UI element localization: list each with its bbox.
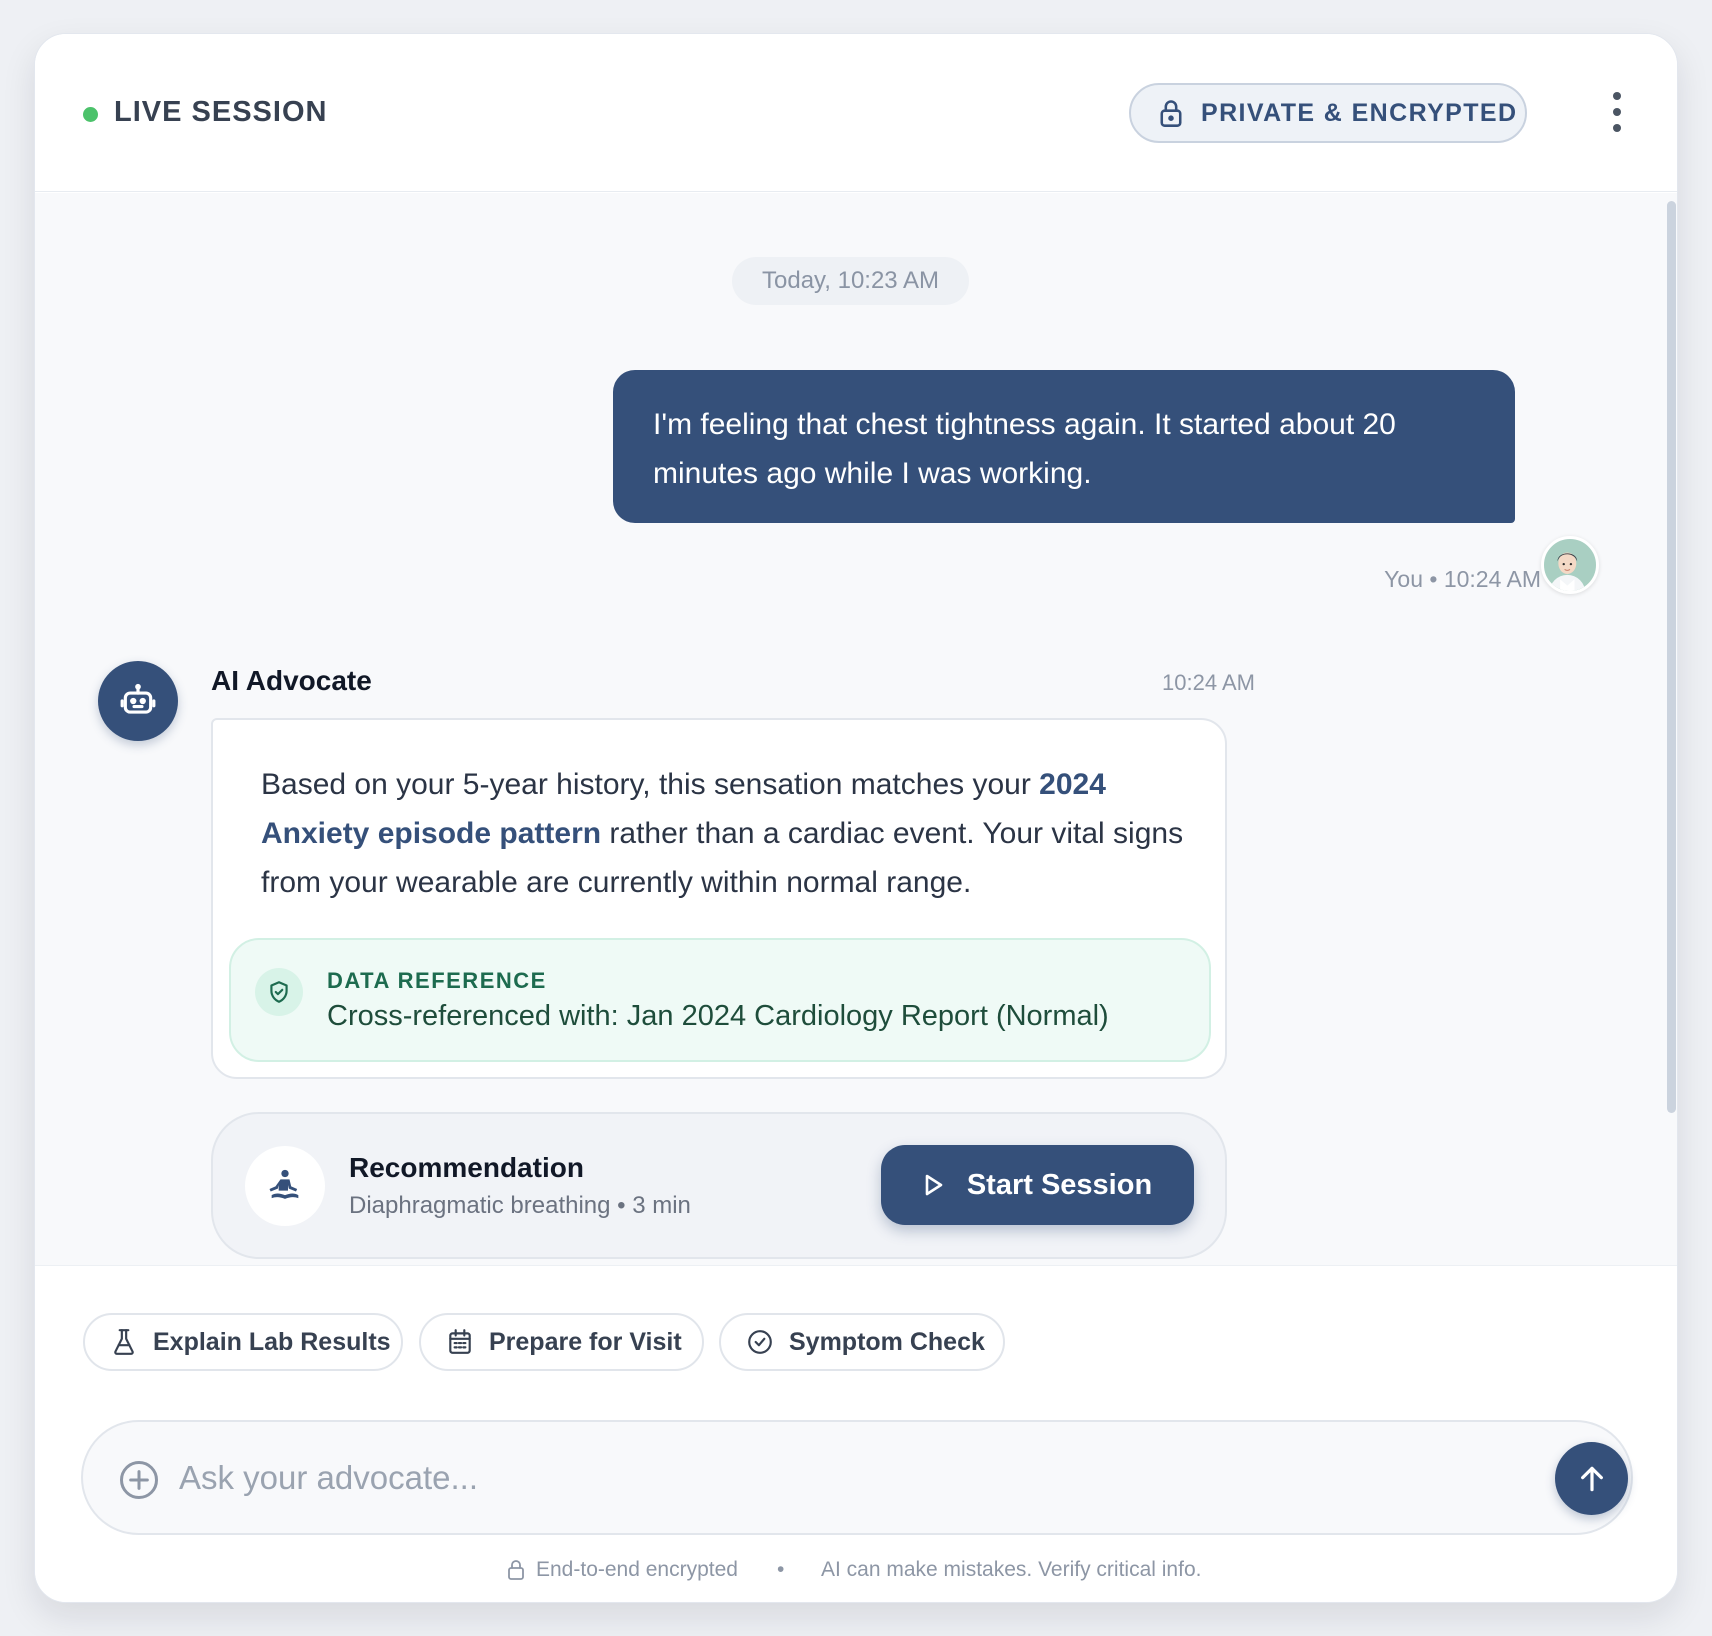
footer-separator: • — [777, 1558, 785, 1581]
data-reference-title: DATA REFERENCE — [327, 968, 547, 993]
data-reference-card[interactable]: DATA REFERENCE Cross-referenced with: Ja… — [229, 938, 1211, 1062]
privacy-badge-label: PRIVATE & ENCRYPTED — [1201, 98, 1518, 127]
chip-prepare-for-visit[interactable]: Prepare for Visit — [419, 1313, 704, 1371]
lock-icon — [508, 1560, 524, 1580]
user-message-bubble: I'm feeling that chest tightness again. … — [613, 370, 1515, 523]
recommendation-title: Recommendation — [349, 1152, 584, 1183]
user-message-meta: You • 10:24 AM — [1384, 566, 1541, 592]
ai-advocate-name: AI Advocate — [211, 665, 372, 696]
add-attachment-icon[interactable] — [119, 1460, 159, 1500]
ai-message-bubble: Based on your 5-year history, this sensa… — [211, 718, 1227, 1079]
recommendation-card: Recommendation Diaphragmatic breathing •… — [211, 1112, 1227, 1259]
ai-advocate-avatar — [98, 661, 178, 741]
chip-label: Prepare for Visit — [489, 1327, 682, 1356]
user-avatar[interactable] — [1541, 536, 1599, 594]
chip-label: Explain Lab Results — [153, 1327, 391, 1356]
more-options-icon[interactable] — [1601, 88, 1633, 136]
ai-message-time: 10:24 AM — [1162, 670, 1255, 695]
play-icon — [925, 1174, 943, 1196]
send-button[interactable] — [1555, 1442, 1628, 1515]
start-session-button[interactable]: Start Session — [881, 1145, 1194, 1225]
message-input[interactable] — [179, 1450, 1479, 1506]
composer-footer: End-to-end encrypted • AI can make mista… — [35, 1558, 1677, 1588]
chat-scrollbar[interactable] — [1667, 201, 1676, 1113]
start-session-label: Start Session — [966, 1168, 1153, 1201]
message-composer — [81, 1420, 1633, 1535]
recommendation-subtitle: Diaphragmatic breathing • 3 min — [349, 1192, 691, 1219]
live-status-dot — [83, 107, 98, 122]
meditation-icon — [245, 1146, 325, 1226]
date-divider: Today, 10:23 AM — [732, 257, 969, 305]
data-reference-body: Cross-referenced with: Jan 2024 Cardiolo… — [327, 1000, 1109, 1032]
arrow-up-icon — [1580, 1466, 1603, 1491]
ai-message-text: Based on your 5-year history, this sensa… — [261, 768, 1184, 899]
chip-symptom-check[interactable]: Symptom Check — [719, 1313, 1005, 1371]
privacy-badge[interactable]: PRIVATE & ENCRYPTED — [1129, 83, 1527, 143]
chip-label: Symptom Check — [789, 1327, 985, 1356]
chip-explain-lab-results[interactable]: Explain Lab Results — [83, 1313, 403, 1371]
composer-area: Explain Lab Results Prepare for Visit Sy… — [35, 1265, 1677, 1602]
flask-icon — [114, 1329, 134, 1355]
session-header: LIVE SESSION PRIVATE & ENCRYPTED — [35, 34, 1677, 192]
live-session-label: LIVE SESSION — [114, 96, 328, 128]
chat-window: LIVE SESSION PRIVATE & ENCRYPTED Today, … — [34, 33, 1678, 1603]
chat-thread: Today, 10:23 AM I'm feeling that chest t… — [35, 193, 1677, 1265]
shield-check-icon — [255, 968, 303, 1016]
ai-disclaimer: AI can make mistakes. Verify critical in… — [821, 1558, 1202, 1581]
calendar-icon — [449, 1329, 471, 1354]
encryption-note: End-to-end encrypted — [536, 1558, 738, 1581]
check-circle-icon — [748, 1330, 772, 1354]
robot-icon — [120, 683, 156, 714]
lock-icon — [1160, 100, 1182, 127]
